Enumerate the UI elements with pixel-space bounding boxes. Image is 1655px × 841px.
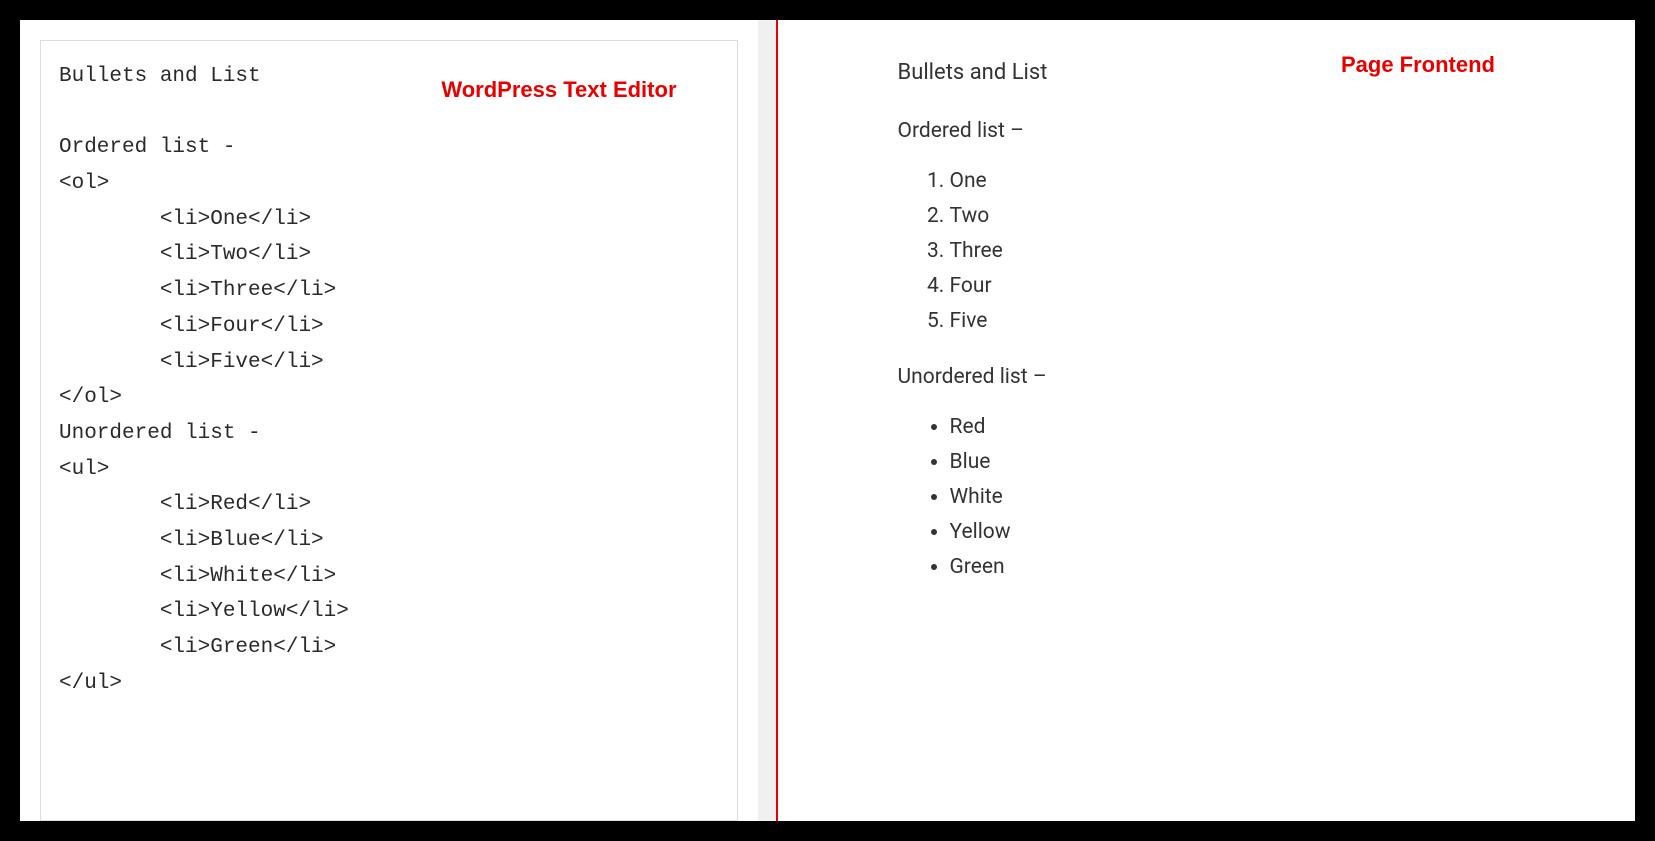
unordered-list: Red Blue White Yellow Green <box>950 415 1596 579</box>
editor-line[interactable]: <li>Yellow</li> <box>59 594 719 630</box>
unordered-list-label: Unordered list – <box>898 365 1596 389</box>
editor-line[interactable]: <li>White</li> <box>59 559 719 595</box>
editor-line[interactable]: Unordered list - <box>59 416 719 452</box>
list-item: Two <box>950 204 1596 228</box>
comparison-container: Bullets and List Ordered list -<ol> <li>… <box>20 20 1635 821</box>
editor-line[interactable]: <ol> <box>59 166 719 202</box>
editor-line[interactable]: </ol> <box>59 380 719 416</box>
editor-line[interactable]: <li>Three</li> <box>59 273 719 309</box>
scrollbar[interactable] <box>758 20 776 821</box>
editor-line[interactable]: <li>Red</li> <box>59 487 719 523</box>
list-item: Blue <box>950 450 1596 474</box>
editor-panel: Bullets and List Ordered list -<ol> <li>… <box>20 20 758 821</box>
ordered-list: One Two Three Four Five <box>950 169 1596 333</box>
list-item: Three <box>950 239 1596 263</box>
list-item: Four <box>950 274 1596 298</box>
frontend-label: Page Frontend <box>1341 52 1495 78</box>
editor-line[interactable]: <li>Five</li> <box>59 345 719 381</box>
frontend-panel: Page Frontend Bullets and List Ordered l… <box>778 20 1636 821</box>
editor-line[interactable]: <li>Blue</li> <box>59 523 719 559</box>
list-item: Green <box>950 555 1596 579</box>
editor-line[interactable]: <li>Two</li> <box>59 237 719 273</box>
editor-line[interactable]: <li>Green</li> <box>59 630 719 666</box>
editor-line[interactable]: <li>Four</li> <box>59 309 719 345</box>
list-item: Yellow <box>950 520 1596 544</box>
list-item: One <box>950 169 1596 193</box>
editor-content[interactable]: Bullets and List Ordered list -<ol> <li>… <box>59 59 719 701</box>
ordered-list-label: Ordered list – <box>898 119 1596 143</box>
list-item: Five <box>950 309 1596 333</box>
editor-line[interactable]: <ul> <box>59 452 719 488</box>
editor-line[interactable]: </ul> <box>59 666 719 702</box>
list-item: Red <box>950 415 1596 439</box>
editor-line[interactable]: Ordered list - <box>59 130 719 166</box>
list-item: White <box>950 485 1596 509</box>
text-editor[interactable]: Bullets and List Ordered list -<ol> <li>… <box>40 40 738 821</box>
editor-label: WordPress Text Editor <box>441 71 676 108</box>
editor-line[interactable]: <li>One</li> <box>59 202 719 238</box>
